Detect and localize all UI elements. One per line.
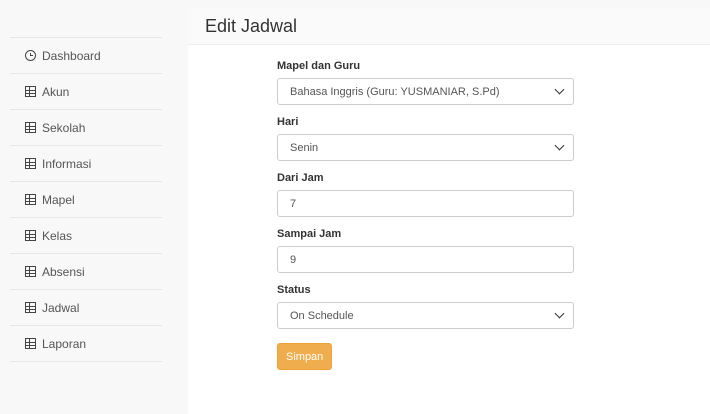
sidebar-item-label: Jadwal bbox=[42, 300, 80, 315]
page-header: Edit Jadwal bbox=[188, 8, 710, 45]
sidebar-item-informasi[interactable]: Informasi bbox=[10, 146, 162, 182]
grid-icon bbox=[25, 338, 36, 349]
app-frame: Dashboard Akun Sekolah Informasi Mapel K… bbox=[0, 0, 710, 414]
hari-group: Hari Senin bbox=[277, 116, 574, 161]
dari-jam-group: Dari Jam 7 bbox=[277, 172, 574, 217]
sidebar-item-label: Kelas bbox=[42, 228, 73, 243]
mapel-label: Mapel dan Guru bbox=[277, 60, 361, 72]
dari-jam-label: Dari Jam bbox=[277, 172, 324, 184]
edit-jadwal-form: Mapel dan Guru Bahasa Inggris (Guru: YUS… bbox=[277, 60, 574, 370]
grid-icon bbox=[25, 158, 36, 169]
sidebar-item-absensi[interactable]: Absensi bbox=[10, 254, 162, 290]
sidebar-item-label: Laporan bbox=[42, 336, 87, 351]
sampai-jam-label: Sampai Jam bbox=[277, 228, 342, 240]
chevron-down-icon bbox=[554, 84, 565, 95]
status-group: Status On Schedule bbox=[277, 284, 574, 329]
hari-label: Hari bbox=[277, 116, 299, 128]
mapel-group: Mapel dan Guru Bahasa Inggris (Guru: YUS… bbox=[277, 60, 574, 105]
status-label: Status bbox=[277, 284, 311, 296]
page-title: Edit Jadwal bbox=[205, 15, 298, 36]
sidebar-item-label: Akun bbox=[42, 84, 70, 99]
main-content: Edit Jadwal Mapel dan Guru Bahasa Inggri… bbox=[188, 8, 710, 414]
sidebar-item-dashboard[interactable]: Dashboard bbox=[10, 38, 162, 74]
grid-icon bbox=[25, 302, 36, 313]
sidebar-item-sekolah[interactable]: Sekolah bbox=[10, 110, 162, 146]
sidebar: Dashboard Akun Sekolah Informasi Mapel K… bbox=[10, 8, 189, 377]
sidebar-item-laporan[interactable]: Laporan bbox=[10, 326, 162, 362]
sidebar-item-label: Informasi bbox=[42, 156, 92, 171]
sidebar-item-label: Dashboard bbox=[42, 48, 101, 63]
hari-select[interactable]: Senin bbox=[277, 134, 574, 161]
grid-icon bbox=[25, 194, 36, 205]
status-select[interactable]: On Schedule bbox=[277, 302, 574, 329]
sampai-jam-group: Sampai Jam 9 bbox=[277, 228, 574, 273]
clock-icon bbox=[25, 50, 36, 61]
chevron-down-icon bbox=[554, 140, 565, 151]
mapel-select[interactable]: Bahasa Inggris (Guru: YUSMANIAR, S.Pd) bbox=[277, 78, 574, 105]
chevron-down-icon bbox=[554, 308, 565, 319]
status-selected-value: On Schedule bbox=[290, 309, 354, 322]
sidebar-item-label: Sekolah bbox=[42, 120, 86, 135]
sidebar-item-label: Absensi bbox=[42, 264, 85, 279]
save-button[interactable]: Simpan bbox=[277, 343, 333, 370]
mapel-selected-value: Bahasa Inggris (Guru: YUSMANIAR, S.Pd) bbox=[290, 85, 500, 98]
grid-icon bbox=[25, 122, 36, 133]
grid-icon bbox=[25, 230, 36, 241]
dari-jam-value: 7 bbox=[290, 197, 297, 210]
grid-icon bbox=[25, 266, 36, 277]
sidebar-item-label: Mapel bbox=[42, 192, 75, 207]
hari-selected-value: Senin bbox=[290, 141, 319, 154]
sampai-jam-input[interactable]: 9 bbox=[277, 246, 574, 273]
grid-icon bbox=[25, 86, 36, 97]
sampai-jam-value: 9 bbox=[290, 253, 297, 266]
sidebar-item-jadwal[interactable]: Jadwal bbox=[10, 290, 162, 326]
sidebar-item-akun[interactable]: Akun bbox=[10, 74, 162, 110]
dari-jam-input[interactable]: 7 bbox=[277, 190, 574, 217]
sidebar-item-mapel[interactable]: Mapel bbox=[10, 182, 162, 218]
sidebar-item-kelas[interactable]: Kelas bbox=[10, 218, 162, 254]
sidebar-top-spacer bbox=[10, 8, 162, 38]
